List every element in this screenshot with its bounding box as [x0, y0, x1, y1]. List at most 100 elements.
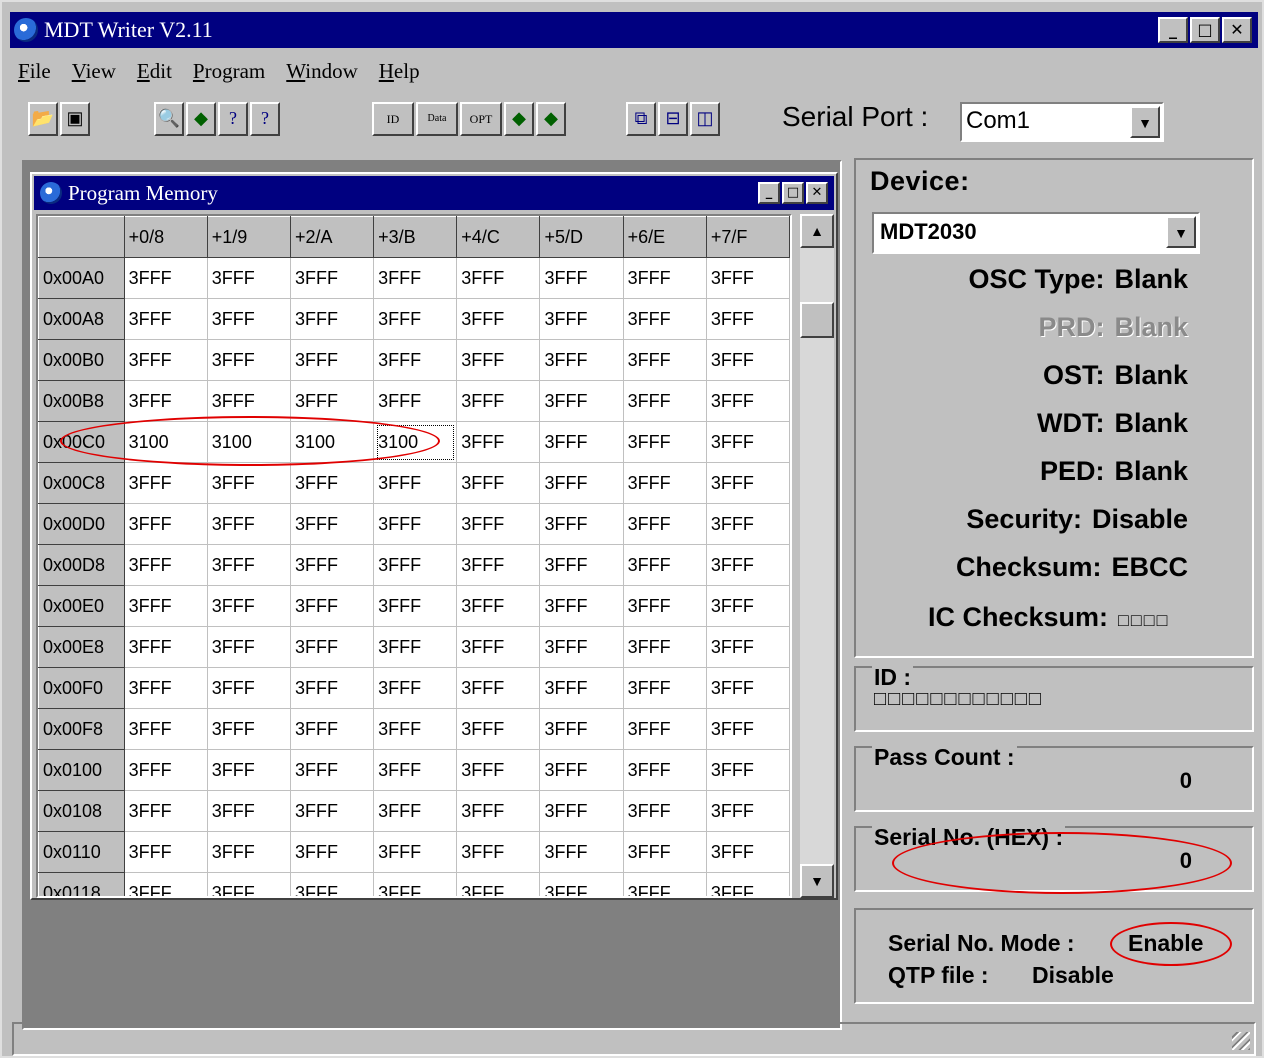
row-address-header[interactable]: 0x00E8: [38, 626, 125, 668]
row-address-header[interactable]: 0x00C8: [38, 462, 125, 504]
memory-cell[interactable]: 3FFF: [207, 790, 291, 832]
memory-cell[interactable]: 3FFF: [124, 585, 208, 627]
minimize-button[interactable]: _: [758, 182, 780, 204]
row-address-header[interactable]: 0x00B8: [38, 380, 125, 422]
app-icon[interactable]: [14, 18, 38, 42]
device-select[interactable]: MDT2030 ▼: [872, 212, 1200, 254]
memory-cell[interactable]: 3FFF: [456, 462, 541, 504]
memory-cell[interactable]: 3FFF: [124, 626, 208, 668]
help-page-2-icon[interactable]: ?: [250, 102, 280, 136]
memory-cell[interactable]: 3FFF: [290, 831, 375, 873]
memory-cell[interactable]: 3FFF: [124, 749, 208, 791]
menu-help[interactable]: Help: [371, 54, 433, 86]
data-button[interactable]: Data: [416, 102, 458, 136]
tile-horizontal-icon[interactable]: ⊟: [658, 102, 688, 136]
memory-cell[interactable]: 3FFF: [539, 298, 624, 340]
row-address-header[interactable]: 0x0110: [38, 831, 125, 873]
memory-cell[interactable]: 3FFF: [373, 257, 458, 299]
memory-cell[interactable]: 3FFF: [456, 667, 541, 709]
row-address-header[interactable]: 0x00F8: [38, 708, 125, 750]
close-button[interactable]: ✕: [806, 182, 828, 204]
memory-cell[interactable]: 3FFF: [373, 585, 458, 627]
column-header[interactable]: +3/B: [373, 216, 458, 258]
memory-cell[interactable]: 3FFF: [623, 667, 707, 709]
memory-cell[interactable]: 3FFF: [623, 872, 707, 896]
maximize-button[interactable]: □: [782, 182, 804, 204]
program-memory-window[interactable]: Program Memory _ □ ✕ +0/8 +1/9 +2/A +3/B +4/…: [30, 172, 838, 900]
memory-cell[interactable]: 3FFF: [373, 749, 458, 791]
search-magnifier-icon[interactable]: 🔍: [154, 102, 184, 136]
memory-cell[interactable]: 3FFF: [706, 298, 790, 340]
memory-cell[interactable]: 3FFF: [706, 831, 790, 873]
memory-cell[interactable]: 3FFF: [456, 544, 541, 586]
memory-cell[interactable]: 3FFF: [539, 421, 624, 463]
memory-cell[interactable]: 3FFF: [623, 790, 707, 832]
memory-cell[interactable]: 3FFF: [706, 544, 790, 586]
memory-cell[interactable]: 3FFF: [207, 257, 291, 299]
memory-cell[interactable]: 3FFF: [623, 298, 707, 340]
memory-cell[interactable]: 3FFF: [539, 790, 624, 832]
column-header[interactable]: +2/A: [289, 216, 375, 258]
memory-cell[interactable]: 3FFF: [623, 831, 707, 873]
memory-cell[interactable]: 3FFF: [290, 257, 375, 299]
memory-cell[interactable]: 3FFF: [623, 462, 707, 504]
program-memory-title-bar[interactable]: Program Memory _ □ ✕: [34, 176, 834, 210]
memory-cell[interactable]: 3FFF: [623, 626, 707, 668]
memory-cell[interactable]: 3FFF: [124, 544, 208, 586]
menu-file[interactable]: File: [10, 54, 64, 86]
memory-cell[interactable]: 3FFF: [207, 298, 291, 340]
opt-button[interactable]: OPT: [460, 102, 502, 136]
memory-cell[interactable]: 3FFF: [539, 749, 624, 791]
memory-cell[interactable]: 3FFF: [539, 708, 624, 750]
chip-read-icon[interactable]: ◆: [186, 102, 216, 136]
menu-window[interactable]: Window: [278, 54, 370, 86]
memory-cell[interactable]: 3FFF: [623, 257, 707, 299]
cascade-windows-icon[interactable]: ⧉: [626, 102, 656, 136]
memory-cell[interactable]: 3FFF: [456, 831, 541, 873]
memory-cell[interactable]: 3FFF: [539, 626, 624, 668]
memory-cell[interactable]: 3FFF: [456, 872, 541, 896]
memory-cell[interactable]: 3FFF: [373, 544, 458, 586]
memory-cell[interactable]: 3FFF: [456, 503, 541, 545]
save-disk-icon[interactable]: ▣: [60, 102, 90, 136]
memory-cell[interactable]: 3FFF: [623, 503, 707, 545]
memory-cell[interactable]: 3FFF: [706, 503, 790, 545]
chevron-down-icon[interactable]: ▼: [1166, 216, 1196, 248]
chevron-down-icon[interactable]: ▼: [1130, 106, 1160, 138]
memory-cell[interactable]: 3FFF: [456, 380, 541, 422]
app-icon[interactable]: [40, 182, 62, 204]
memory-cell[interactable]: 3FFF: [456, 339, 541, 381]
memory-cell[interactable]: 3FFF: [290, 585, 375, 627]
id-button[interactable]: ID: [372, 102, 414, 136]
memory-cell[interactable]: 3FFF: [124, 790, 208, 832]
memory-cell[interactable]: 3FFF: [706, 462, 790, 504]
tile-vertical-icon[interactable]: ◫: [690, 102, 720, 136]
memory-cell[interactable]: 3FFF: [706, 708, 790, 750]
memory-cell[interactable]: 3FFF: [623, 380, 707, 422]
row-address-header[interactable]: 0x00A0: [38, 257, 125, 299]
memory-cell[interactable]: 3FFF: [539, 872, 624, 896]
memory-cell[interactable]: 3FFF: [290, 749, 375, 791]
memory-cell[interactable]: 3FFF: [124, 831, 208, 873]
memory-cell[interactable]: 3FFF: [207, 380, 291, 422]
chip-program-icon[interactable]: ◆: [504, 102, 534, 136]
vertical-scrollbar[interactable]: ▲ ▼: [800, 214, 834, 898]
memory-grid[interactable]: +0/8 +1/9 +2/A +3/B +4/C +5/D +6/E +7/F 0x00A0 3…: [36, 214, 792, 898]
memory-cell[interactable]: 3100: [290, 421, 375, 463]
memory-cell[interactable]: 3FFF: [124, 872, 208, 896]
memory-cell[interactable]: 3FFF: [124, 667, 208, 709]
memory-cell[interactable]: 3FFF: [124, 339, 208, 381]
memory-cell[interactable]: 3FFF: [706, 790, 790, 832]
memory-cell[interactable]: 3FFF: [539, 462, 624, 504]
memory-cell[interactable]: 3FFF: [456, 421, 541, 463]
memory-cell[interactable]: 3FFF: [623, 749, 707, 791]
memory-cell[interactable]: 3FFF: [207, 667, 291, 709]
memory-cell[interactable]: 3FFF: [539, 544, 624, 586]
memory-cell[interactable]: 3FFF: [124, 298, 208, 340]
memory-cell[interactable]: 3FFF: [124, 708, 208, 750]
memory-cell[interactable]: 3FFF: [706, 585, 790, 627]
scroll-up-icon[interactable]: ▲: [800, 214, 834, 248]
row-address-header[interactable]: 0x00C0: [38, 421, 125, 463]
memory-cell[interactable]: 3FFF: [290, 544, 375, 586]
memory-cell[interactable]: 3FFF: [373, 339, 458, 381]
